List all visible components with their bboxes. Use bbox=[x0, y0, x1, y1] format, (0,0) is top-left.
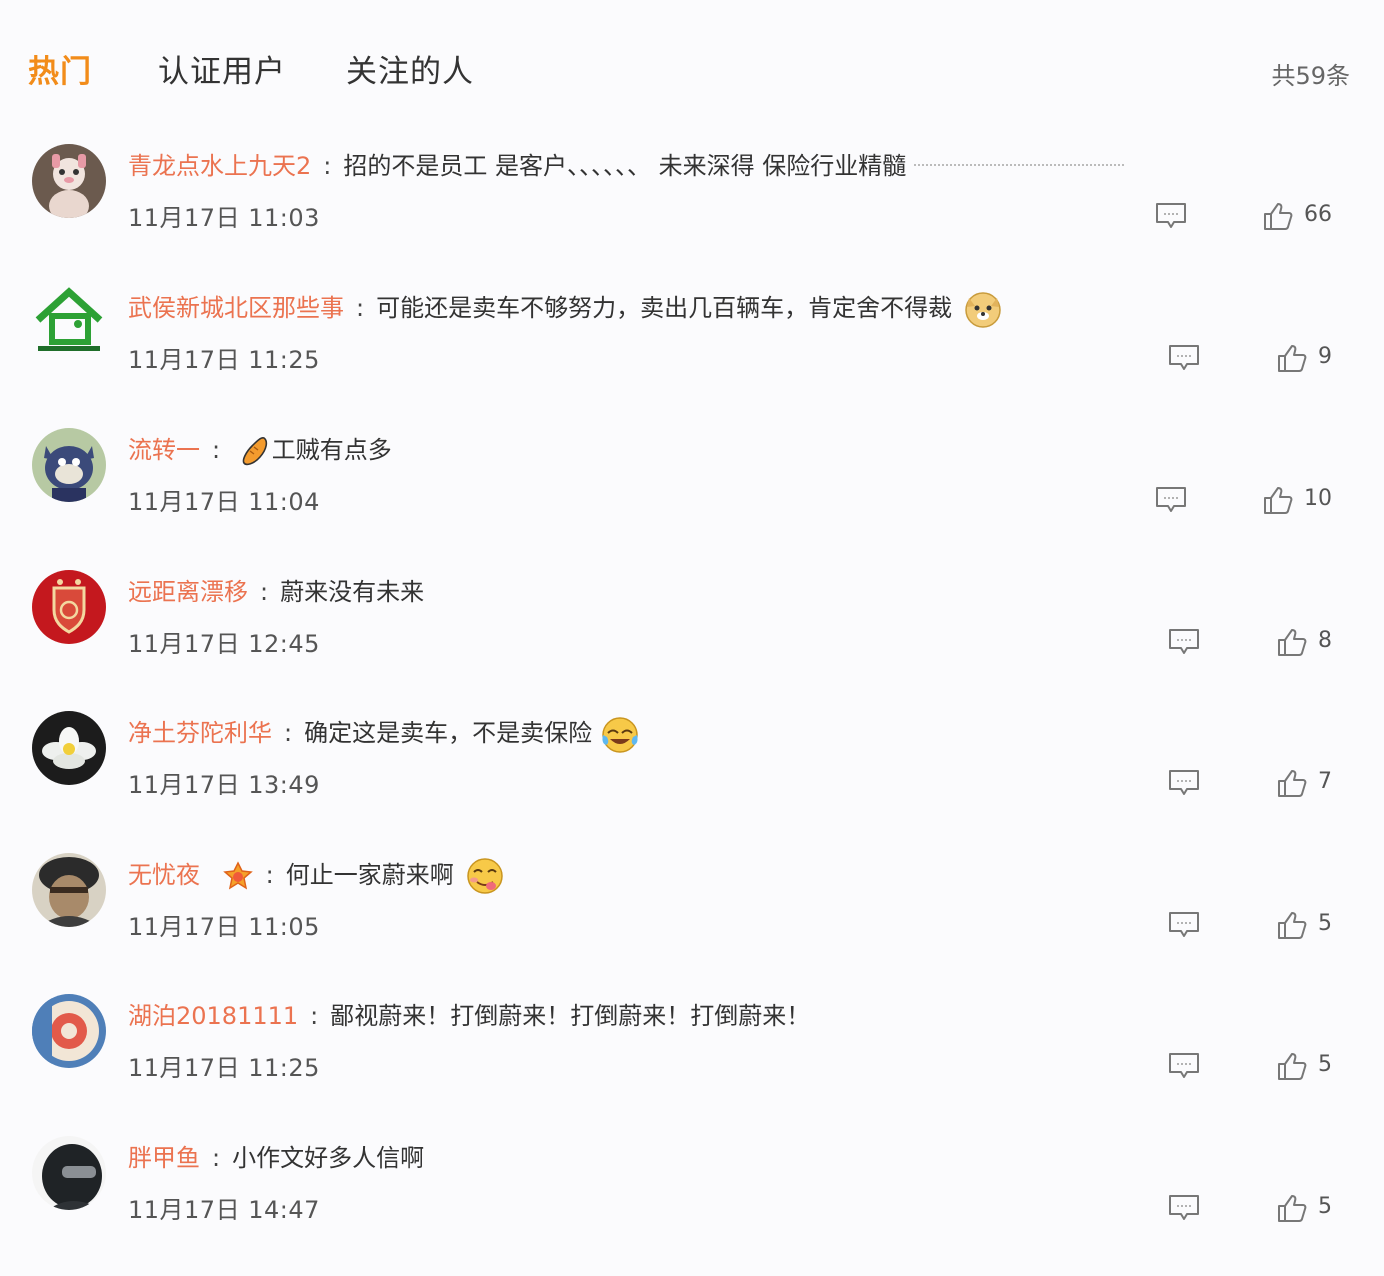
comment-total-count: 共59条 bbox=[1271, 62, 1350, 90]
thumbs-up-icon bbox=[1264, 487, 1293, 514]
avatar[interactable] bbox=[32, 428, 106, 502]
avatar[interactable] bbox=[32, 1136, 106, 1210]
comment-item: 远距离漂移: 蔚来没有未来 11月17日 12:45 8 bbox=[0, 570, 1384, 710]
comment-text: 蔚来没有未来 bbox=[280, 578, 425, 606]
comment-username[interactable]: 胖甲鱼 bbox=[128, 1144, 200, 1172]
like-count: 5 bbox=[1318, 911, 1332, 936]
like-button[interactable]: 7 bbox=[1276, 767, 1342, 799]
avatar[interactable] bbox=[32, 853, 106, 927]
reply-icon[interactable] bbox=[1168, 769, 1200, 797]
comment-time: 11月17日 13:49 bbox=[128, 771, 320, 799]
comment-text: 招的不是员工 是客户、、、、、、 未来深得 保险行业精髓 bbox=[343, 152, 907, 180]
like-button[interactable]: 5 bbox=[1276, 1192, 1342, 1224]
tab-following[interactable]: 关注的人 bbox=[346, 46, 474, 91]
comment-text: 工贼有点多 bbox=[271, 436, 392, 464]
comment-text: 鄙视蔚来！打倒蔚来！打倒蔚来！打倒蔚来！ bbox=[330, 1002, 811, 1030]
comment-username[interactable]: 青龙点水上九天2 bbox=[128, 152, 311, 180]
thumbs-up-icon bbox=[1278, 1195, 1307, 1222]
like-button[interactable]: 66 bbox=[1262, 200, 1342, 232]
thumbs-up-icon bbox=[1278, 1053, 1307, 1080]
comment-filter-tabs: 热门 认证用户 关注的人 共59条 bbox=[0, 0, 1384, 130]
like-count: 8 bbox=[1318, 628, 1332, 653]
comment-time: 11月17日 11:25 bbox=[128, 346, 320, 374]
reply-icon[interactable] bbox=[1168, 628, 1200, 656]
comment-colon: : bbox=[284, 719, 293, 747]
comment-time: 11月17日 11:05 bbox=[128, 913, 320, 941]
comment-text: 何止一家蔚来啊 bbox=[285, 861, 454, 889]
comment-time: 11月17日 11:04 bbox=[128, 488, 320, 516]
comment-colon: : bbox=[212, 1144, 221, 1172]
avatar[interactable] bbox=[32, 711, 106, 785]
tab-verified-users[interactable]: 认证用户 bbox=[158, 46, 286, 91]
member-badge-icon bbox=[222, 861, 253, 890]
like-count: 5 bbox=[1318, 1052, 1332, 1077]
comment-time: 11月17日 11:25 bbox=[128, 1054, 320, 1082]
comment-username[interactable]: 远距离漂移 bbox=[128, 578, 248, 606]
comment-text: 小作文好多人信啊 bbox=[232, 1144, 425, 1172]
comment-item: 青龙点水上九天2: 招的不是员工 是客户、、、、、、 未来深得 保险行业精髓 11… bbox=[0, 144, 1384, 284]
like-button[interactable]: 5 bbox=[1276, 1050, 1342, 1082]
yummy-emoji-icon bbox=[467, 858, 504, 894]
like-button[interactable]: 5 bbox=[1276, 909, 1342, 941]
doge-emoji-icon bbox=[964, 292, 1001, 328]
thumbs-up-icon bbox=[1264, 203, 1293, 230]
text-truncation-dots bbox=[914, 164, 1125, 166]
comment-username[interactable]: 湖泊20181111 bbox=[128, 1002, 298, 1030]
reply-icon[interactable] bbox=[1155, 202, 1187, 230]
thumbs-up-icon bbox=[1278, 912, 1307, 939]
comment-time: 11月17日 12:45 bbox=[128, 630, 320, 658]
comment-username[interactable]: 武侯新城北区那些事 bbox=[128, 294, 344, 322]
like-count: 7 bbox=[1318, 769, 1332, 794]
like-count: 66 bbox=[1304, 202, 1332, 227]
reply-icon[interactable] bbox=[1155, 486, 1187, 514]
comment-colon: : bbox=[310, 1002, 319, 1030]
avatar[interactable] bbox=[32, 994, 106, 1068]
comment-item: 武侯新城北区那些事: 可能还是卖车不够努力，卖出几百辆车，肯定舍不得裁 11月17… bbox=[0, 286, 1384, 426]
comment-username[interactable]: 净土芬陀利华 bbox=[128, 719, 272, 747]
avatar[interactable] bbox=[32, 286, 106, 360]
like-button[interactable]: 9 bbox=[1276, 342, 1342, 374]
like-count: 10 bbox=[1304, 486, 1332, 511]
reply-icon[interactable] bbox=[1168, 1194, 1200, 1222]
comment-item: 流转一: 工贼有点多 11月17日 11:04 10 bbox=[0, 428, 1384, 568]
reply-icon[interactable] bbox=[1168, 344, 1200, 372]
reply-icon[interactable] bbox=[1168, 1052, 1200, 1080]
comment-text: 可能还是卖车不够努力，卖出几百辆车，肯定舍不得裁 bbox=[376, 294, 953, 322]
comment-colon: : bbox=[265, 861, 274, 889]
like-count: 5 bbox=[1318, 1194, 1332, 1219]
comment-time: 11月17日 11:03 bbox=[128, 204, 320, 232]
comment-colon: : bbox=[356, 294, 365, 322]
carrot-emoji-icon bbox=[242, 437, 267, 466]
like-count: 9 bbox=[1318, 344, 1332, 369]
comment-colon: : bbox=[260, 578, 269, 606]
comment-item: 胖甲鱼: 小作文好多人信啊 11月17日 14:47 5 bbox=[0, 1136, 1384, 1276]
like-button[interactable]: 8 bbox=[1276, 626, 1342, 658]
laugh-cry-emoji-icon bbox=[601, 717, 638, 753]
tab-hot[interactable]: 热门 bbox=[28, 46, 92, 91]
comment-item: 净土芬陀利华: 确定这是卖车，不是卖保险 11月17日 13:49 7 bbox=[0, 711, 1384, 851]
comment-item: 无忧夜 : 何止一家蔚来啊 11月17日 11:05 5 bbox=[0, 853, 1384, 993]
thumbs-up-icon bbox=[1278, 629, 1307, 656]
comment-username[interactable]: 无忧夜 bbox=[128, 861, 200, 889]
comment-colon: : bbox=[323, 152, 332, 180]
comment-text: 确定这是卖车，不是卖保险 bbox=[304, 719, 593, 747]
thumbs-up-icon bbox=[1278, 345, 1307, 372]
comment-item: 湖泊20181111: 鄙视蔚来！打倒蔚来！打倒蔚来！打倒蔚来！ 11月17日 1… bbox=[0, 994, 1384, 1134]
like-button[interactable]: 10 bbox=[1262, 484, 1342, 516]
avatar[interactable] bbox=[32, 570, 106, 644]
reply-icon[interactable] bbox=[1168, 911, 1200, 939]
comment-time: 11月17日 14:47 bbox=[128, 1196, 320, 1224]
comment-username[interactable]: 流转一 bbox=[128, 436, 200, 464]
thumbs-up-icon bbox=[1278, 770, 1307, 797]
comment-colon: : bbox=[212, 436, 221, 464]
avatar[interactable] bbox=[32, 144, 106, 218]
